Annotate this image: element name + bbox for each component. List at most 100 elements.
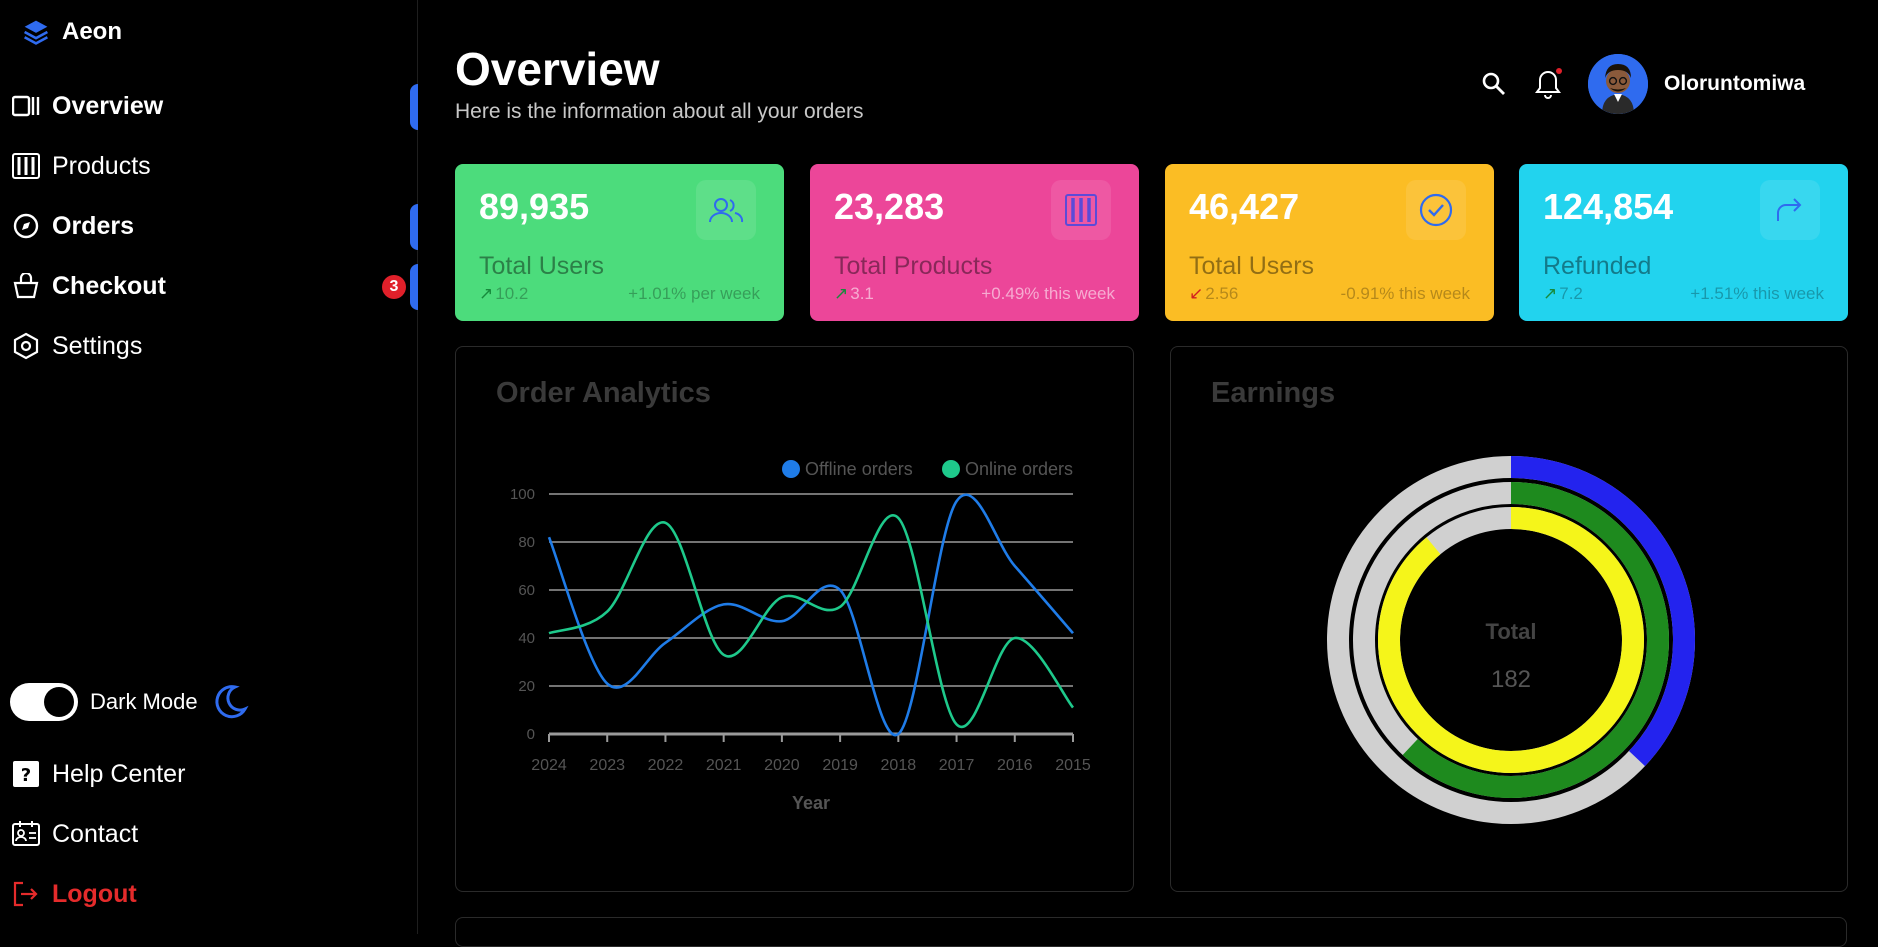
- x-tick-label: 2024: [531, 757, 567, 774]
- total-label: Total: [1486, 619, 1537, 644]
- shopping-basket-icon: [12, 272, 40, 300]
- columns-icon: [12, 92, 40, 120]
- stat-footer: ↗ 10.2 +1.01% per week: [479, 284, 760, 304]
- stat-card-total-users-2[interactable]: 46,427 Total Users ↙ 2.56 -0.91% this wee…: [1165, 164, 1494, 321]
- series-line-offline: [547, 493, 1074, 737]
- stat-delta: ↙ 2.56: [1189, 284, 1238, 304]
- users-icon: [696, 180, 756, 240]
- y-tick-label: 40: [518, 630, 535, 647]
- sidebar-item-logout[interactable]: Logout: [12, 872, 418, 916]
- compass-icon: [12, 212, 40, 240]
- sidebar-item-label: Contact: [52, 819, 139, 848]
- toggle-knob: [44, 687, 74, 717]
- sidebar-item-label: Checkout: [52, 271, 166, 300]
- stat-delta-value: 7.2: [1559, 284, 1583, 303]
- total-value: 182: [1491, 666, 1531, 693]
- sidebar-item-help-center[interactable]: ? Help Center: [12, 752, 418, 796]
- sidebar-item-label: Help Center: [52, 759, 186, 788]
- help-icon: ?: [12, 760, 40, 788]
- sidebar-item-settings[interactable]: Settings: [12, 324, 418, 368]
- share-forward-icon: [1760, 180, 1820, 240]
- series-line-online: [548, 514, 1075, 729]
- bottom-panel: [455, 917, 1847, 947]
- stat-label: Total Users: [479, 252, 605, 280]
- stat-trend: +0.49% this week: [981, 284, 1115, 303]
- stat-delta: ↗ 10.2: [479, 284, 528, 304]
- x-axis-label: Year: [792, 793, 830, 813]
- arrow-up-right-icon: ↗: [1543, 284, 1558, 303]
- moon-icon[interactable]: [210, 682, 250, 722]
- svg-text:?: ?: [21, 765, 31, 786]
- legend-swatch[interactable]: [782, 460, 800, 478]
- header-tools: Oloruntomiwa: [1480, 54, 1805, 114]
- active-indicator: [410, 84, 418, 130]
- order-analytics-panel: Order Analytics 0 20 40 60 80 100 2024 2023 2022…: [455, 346, 1134, 892]
- sidebar: Aeon Overview Products Orders Checkout 3…: [0, 0, 418, 934]
- x-tick-label: 2022: [648, 757, 684, 774]
- sidebar-item-overview[interactable]: Overview: [12, 84, 418, 130]
- search-icon[interactable]: [1480, 70, 1508, 98]
- active-indicator: [410, 204, 418, 250]
- stat-label: Total Products: [834, 252, 993, 280]
- stat-trend: +1.01% per week: [628, 284, 760, 303]
- x-tick-label: 2018: [881, 757, 917, 774]
- x-tick-label: 2017: [939, 757, 975, 774]
- avatar[interactable]: [1588, 54, 1648, 114]
- arrow-up-right-icon: ↗: [479, 284, 494, 303]
- contact-card-icon: [12, 820, 40, 848]
- sidebar-item-label: Settings: [52, 331, 143, 360]
- x-tick-label: 2021: [706, 757, 742, 774]
- check-circle-icon: [1406, 180, 1466, 240]
- user-name[interactable]: Oloruntomiwa: [1664, 72, 1805, 96]
- layers-icon: [22, 18, 50, 46]
- y-tick-label: 0: [527, 726, 535, 743]
- y-tick-label: 60: [518, 582, 535, 599]
- stat-footer: ↙ 2.56 -0.91% this week: [1189, 284, 1470, 304]
- notification-dot: [1556, 68, 1562, 74]
- stat-delta: ↗ 3.1: [834, 284, 874, 304]
- arrow-up-right-icon: ↗: [834, 284, 849, 303]
- y-tick-label: 100: [510, 486, 535, 503]
- stat-card-total-products[interactable]: 23,283 Total Products ↗ 3.1 +0.49% this w…: [810, 164, 1139, 321]
- legend-label[interactable]: Online orders: [965, 459, 1073, 479]
- stat-footer: ↗ 7.2 +1.51% this week: [1543, 284, 1824, 304]
- sidebar-item-orders[interactable]: Orders: [12, 204, 418, 250]
- x-tick-label: 2016: [997, 757, 1033, 774]
- barcode-icon: [1051, 180, 1111, 240]
- stat-card-refunded[interactable]: 124,854 Refunded ↗ 7.2 +1.51% this week: [1519, 164, 1848, 321]
- sidebar-item-label: Orders: [52, 211, 134, 240]
- bell-icon[interactable]: [1534, 68, 1562, 99]
- sidebar-item-contact[interactable]: Contact: [12, 812, 418, 856]
- active-indicator: [410, 264, 418, 310]
- settings-icon: [12, 332, 40, 360]
- stat-trend: +1.51% this week: [1690, 284, 1824, 303]
- dark-mode-toggle[interactable]: [10, 683, 78, 721]
- stat-card-total-users[interactable]: 89,935 Total Users ↗ 10.2 +1.01% per week: [455, 164, 784, 321]
- stat-delta-value: 10.2: [495, 284, 529, 303]
- legend-swatch[interactable]: [942, 460, 960, 478]
- x-tick-label: 2015: [1055, 757, 1091, 774]
- y-tick-label: 80: [518, 534, 535, 551]
- arrow-down-left-icon: ↙: [1189, 284, 1204, 303]
- stat-label: Total Users: [1189, 252, 1315, 280]
- sidebar-item-label: Overview: [52, 91, 164, 120]
- logout-icon: [12, 880, 40, 908]
- earnings-chart: Total 182: [1327, 456, 1695, 824]
- legend-label[interactable]: Offline orders: [805, 459, 913, 479]
- dark-mode-row: Dark Mode: [10, 682, 250, 722]
- sidebar-item-label: Logout: [52, 879, 137, 908]
- page-title: Overview: [455, 43, 660, 95]
- brand-name: Aeon: [62, 18, 122, 45]
- sidebar-item-checkout[interactable]: Checkout 3: [12, 264, 418, 310]
- stat-delta: ↗ 7.2: [1543, 284, 1583, 304]
- order-analytics-chart: 0 20 40 60 80 100 2024 2023 2022 2021 2020 2019 2018…: [510, 459, 1091, 813]
- stat-delta-value: 3.1: [850, 284, 874, 303]
- sidebar-item-products[interactable]: Products: [12, 144, 418, 188]
- x-tick-label: 2023: [589, 757, 625, 774]
- stat-delta-value: 2.56: [1205, 284, 1239, 303]
- dark-mode-label: Dark Mode: [90, 689, 198, 714]
- brand[interactable]: Aeon: [22, 18, 122, 46]
- x-tick-label: 2020: [764, 757, 800, 774]
- x-tick-label: 2019: [822, 757, 858, 774]
- barcode-icon: [12, 152, 40, 180]
